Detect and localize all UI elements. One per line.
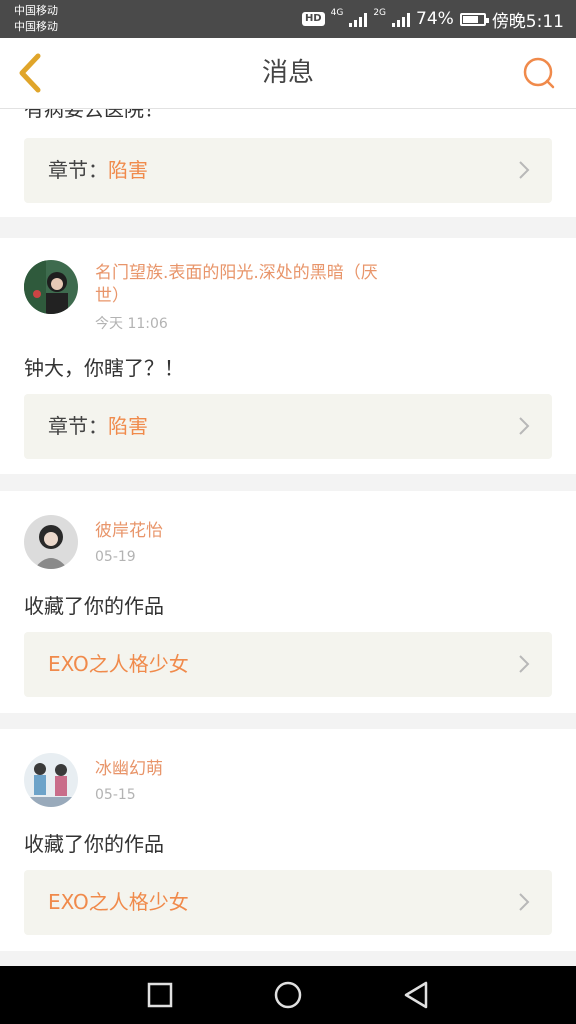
timestamp: 05-15 [95, 787, 136, 803]
chapter-label: 章节： [48, 414, 108, 438]
clock: 傍晚5:11 [491, 11, 564, 32]
battery-fill [462, 15, 478, 23]
chapter-link[interactable]: 章节：陷害 [24, 394, 552, 459]
search-icon [523, 57, 555, 89]
recent-apps-button[interactable] [144, 979, 176, 1011]
avatar[interactable] [24, 753, 78, 807]
chevron-right-icon [519, 161, 530, 179]
battery-percent: 74% [416, 9, 454, 29]
square-icon [147, 982, 173, 1008]
message-text: 有病要去医院！ [24, 109, 164, 121]
message-card-partial: 有病要去医院！ 章节：陷害 [0, 109, 576, 217]
message-text: 收藏了你的作品 [24, 832, 164, 856]
carrier-label-2: 中国移动 [14, 20, 58, 33]
chapter-label: 章节： [48, 158, 108, 182]
chapter-link-label: 章节：陷害 [48, 394, 148, 459]
network-type-label-1: 4G [330, 8, 344, 18]
chapter-value: 陷害 [108, 414, 148, 438]
username[interactable]: 名门望族.表面的阳光.深处的黑暗（厌世） [95, 262, 385, 308]
message-list[interactable]: 有病要去医院！ 章节：陷害 名门望族.表面的阳光.深处的黑暗（厌世） 今天 11… [0, 109, 576, 966]
status-bar: 中国移动 中国移动 HD 4G 2G 74% 傍晚5:11 [0, 0, 576, 38]
app-header: 消息 [0, 38, 576, 109]
avatar[interactable] [24, 260, 78, 314]
chapter-link[interactable]: 章节：陷害 [24, 138, 552, 203]
timestamp: 05-19 [95, 549, 136, 565]
message-text: 收藏了你的作品 [24, 594, 164, 618]
avatar-image [24, 753, 78, 807]
username[interactable]: 彼岸花怡 [95, 520, 385, 543]
work-link[interactable]: EXO之人格少女 [24, 870, 552, 935]
message-card: 名门望族.表面的阳光.深处的黑暗（厌世） 今天 11:06 钟大，你瞎了？！ 章… [0, 238, 576, 474]
chevron-right-icon [519, 893, 530, 911]
hd-icon: HD [301, 12, 325, 26]
page-title: 消息 [261, 58, 314, 88]
back-nav-button[interactable] [400, 979, 432, 1011]
triangle-back-icon [404, 981, 428, 1009]
carrier-label-1: 中国移动 [14, 4, 58, 17]
chapter-value: 陷害 [108, 158, 148, 182]
message-card: 冰幽幻萌 05-15 收藏了你的作品 EXO之人格少女 [0, 729, 576, 951]
system-nav-bar [0, 966, 576, 1024]
signal-icon [349, 11, 368, 27]
chapter-link-label: 章节：陷害 [48, 138, 148, 203]
username[interactable]: 冰幽幻萌 [95, 758, 385, 781]
avatar[interactable] [24, 515, 78, 569]
message-text: 钟大，你瞎了？！ [24, 356, 184, 380]
avatar-image [24, 260, 78, 314]
timestamp: 今天 11:06 [95, 316, 168, 332]
signal-icon-2 [392, 11, 411, 27]
work-title: EXO之人格少女 [48, 652, 189, 676]
chevron-right-icon [519, 655, 530, 673]
search-button[interactable] [522, 56, 556, 90]
network-type-label-2: 2G [373, 8, 387, 18]
circle-icon [274, 981, 302, 1009]
work-title: EXO之人格少女 [48, 890, 189, 914]
status-icons: HD 4G 2G 74% 傍晚5:11 [301, 0, 564, 38]
work-link[interactable]: EXO之人格少女 [24, 632, 552, 697]
chevron-right-icon [519, 417, 530, 435]
avatar-image [24, 515, 78, 569]
home-button[interactable] [272, 979, 304, 1011]
battery-icon [459, 12, 489, 26]
message-card: 彼岸花怡 05-19 收藏了你的作品 EXO之人格少女 [0, 491, 576, 713]
